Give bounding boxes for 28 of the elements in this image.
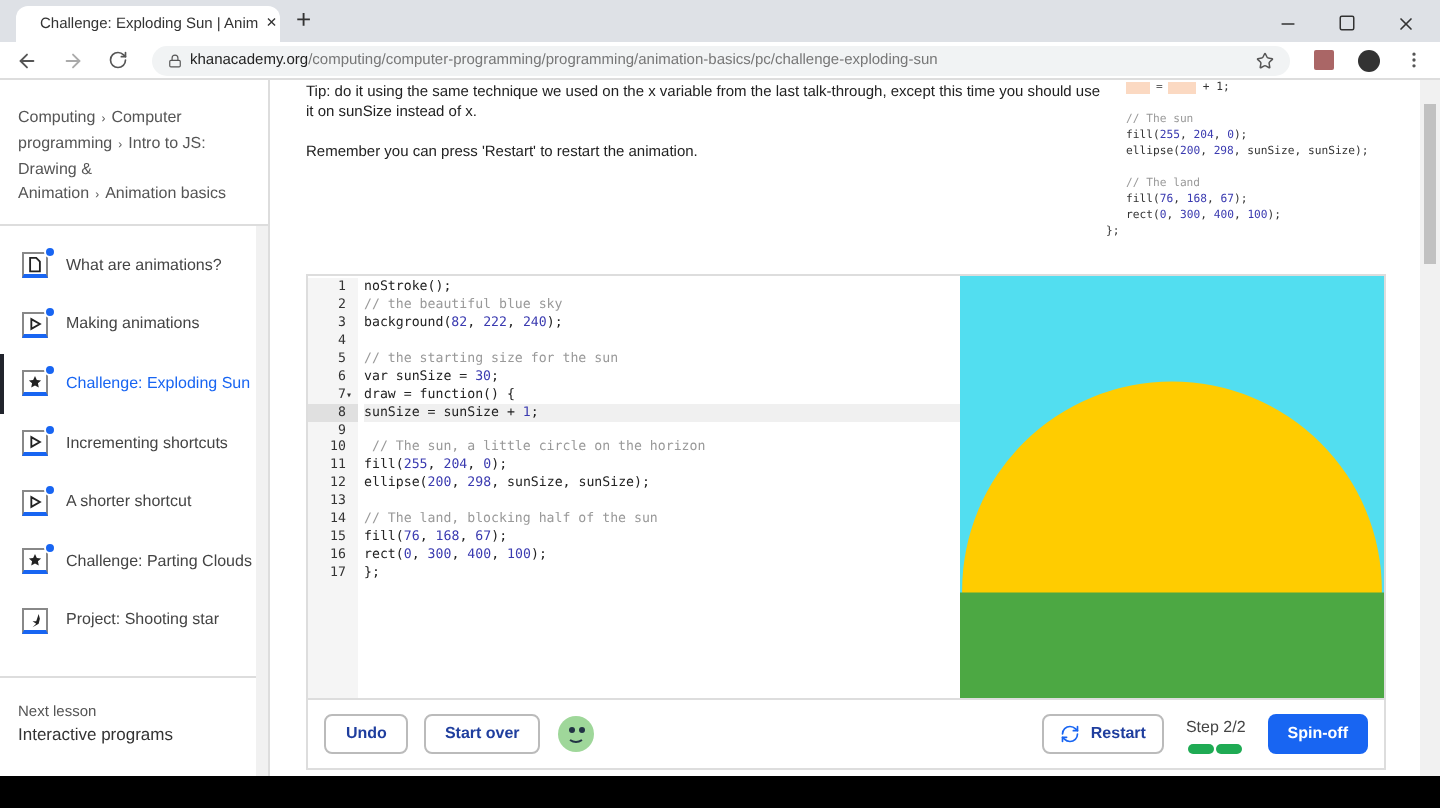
step-counter: Step 2/2 [1185,715,1246,739]
lesson-item[interactable]: Making animations [0,295,256,355]
maximize-icon[interactable] [1338,14,1356,32]
start-over-button[interactable]: Start over [424,714,540,754]
lesson-item[interactable]: A shorter shortcut [0,472,256,532]
refresh-icon [1060,724,1081,744]
undo-button[interactable]: Undo [324,714,409,754]
page-scrollbar[interactable] [1420,80,1440,776]
new-tab-button[interactable]: + [296,0,312,38]
restart-button[interactable]: Restart [1042,714,1164,754]
avatar-blob-icon [555,714,596,754]
sidebar-scrollbar[interactable] [256,226,268,776]
fill-in-blank [1126,82,1150,94]
bookmark-star-icon[interactable] [1256,51,1274,69]
close-icon[interactable] [1396,14,1416,34]
lesson-item[interactable]: Project: Shooting star [0,591,256,651]
lesson-item[interactable]: Challenge: Parting Clouds [0,531,256,592]
back-icon[interactable] [16,49,38,71]
next-lesson-link[interactable]: Interactive programs [18,722,238,748]
lesson-kind-icon [22,607,48,634]
spin-off-button[interactable]: Spin-off [1267,714,1368,754]
lesson-item[interactable]: Incrementing shortcuts [0,413,256,473]
lock-icon [168,53,182,67]
reload-icon[interactable] [108,50,128,70]
lesson-item[interactable]: What are animations? [0,236,256,296]
tab-close[interactable]: × [266,10,277,38]
profile-avatar-icon[interactable] [1358,49,1380,71]
fill-in-blank [1168,82,1197,94]
